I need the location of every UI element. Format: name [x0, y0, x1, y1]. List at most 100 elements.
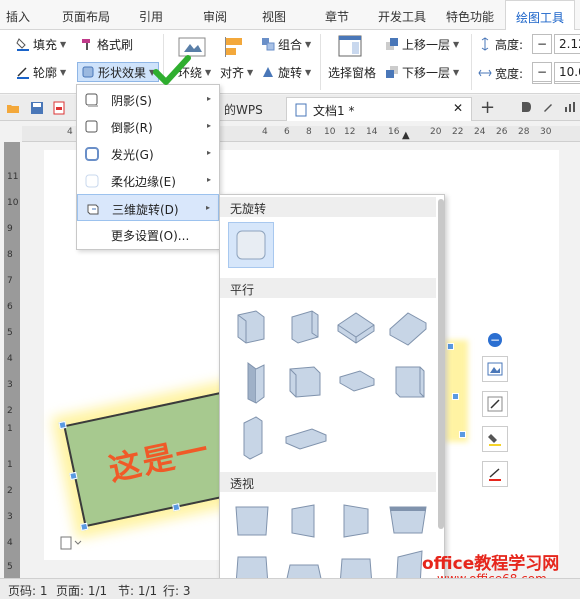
status-page: 页码: 1	[8, 584, 48, 598]
reflection-icon	[85, 120, 98, 133]
page-layout-icon[interactable]	[60, 536, 82, 550]
preset-no-rotation[interactable]	[228, 222, 274, 268]
resize-handle[interactable]	[58, 420, 67, 430]
selection-pane-button[interactable]: 选择窗格	[328, 62, 376, 82]
doc-tab-title: 文档1 *	[313, 104, 355, 118]
rotate-button[interactable]: 旋转 ▼	[261, 62, 311, 82]
tab-page-layout[interactable]: 页面布局	[62, 8, 110, 25]
chevron-down-icon: ▼	[60, 67, 67, 77]
chevron-down-icon: ▼	[305, 67, 312, 77]
tab-view[interactable]: 视图	[262, 8, 286, 25]
tab-special[interactable]: 特色功能	[446, 8, 494, 25]
align-button[interactable]: 对齐 ▼	[220, 62, 253, 82]
preset-parallel-6[interactable]	[282, 359, 326, 403]
shape-glow-right	[446, 340, 468, 442]
save-icon[interactable]	[30, 101, 44, 115]
preset-perspective-1[interactable]	[230, 499, 274, 543]
divider	[471, 34, 472, 90]
align-icon-button[interactable]	[224, 36, 248, 58]
width-label-row: 宽度:	[478, 63, 523, 83]
chevron-down-icon: ▼	[247, 67, 254, 77]
bring-forward-button[interactable]: 上移一层 ▼	[385, 34, 459, 54]
ruler-tick: 8	[7, 250, 13, 260]
preset-parallel-4[interactable]	[386, 305, 430, 349]
fill-button[interactable]: 填充 ▼	[16, 34, 66, 54]
doc-tab-current[interactable]: 文档1 * ✕	[286, 97, 472, 121]
preset-perspective-4[interactable]	[386, 499, 430, 543]
tab-references[interactable]: 引用	[139, 8, 163, 25]
group-button[interactable]: 组合 ▼	[261, 34, 311, 54]
ruler-tick: 3	[7, 512, 13, 522]
format-painter-button[interactable]: 格式刷	[80, 34, 133, 54]
resize-handle[interactable]	[172, 503, 181, 512]
outline-button[interactable]: 轮廓 ▼	[16, 62, 66, 82]
menu-item-shadow[interactable]: 阴影(S) ▸	[77, 86, 219, 113]
chevron-down-icon: ▼	[205, 67, 212, 77]
tab-insert[interactable]: 插入	[6, 8, 30, 25]
layout-options-button[interactable]	[482, 356, 508, 382]
height-minus[interactable]: −	[532, 34, 552, 54]
preset-parallel-1[interactable]	[230, 305, 274, 349]
tab-developer[interactable]: 开发工具	[378, 8, 426, 25]
preset-parallel-10[interactable]	[282, 417, 330, 457]
tab-review[interactable]: 审阅	[203, 8, 227, 25]
shape-effects-button[interactable]: 形状效果 ▼	[77, 62, 160, 82]
ruler-tick: 11	[7, 172, 19, 182]
menu-item-soft-edges[interactable]: 柔化边缘(E) ▸	[77, 167, 219, 194]
preset-parallel-9[interactable]	[230, 413, 274, 461]
chart-icon[interactable]	[564, 101, 576, 113]
preset-perspective-2[interactable]	[282, 499, 326, 543]
tab-section[interactable]: 章节	[325, 8, 349, 25]
height-value-field[interactable]: 2.12	[554, 34, 580, 54]
pen-icon[interactable]	[542, 101, 554, 113]
add-tab-button[interactable]: +	[480, 97, 495, 118]
doc-tab-previous[interactable]: 的WPS	[224, 101, 263, 118]
collapse-icon[interactable]: −	[488, 333, 502, 347]
menu-item-3d-rotation[interactable]: 三维旋转(D) ▸	[77, 194, 219, 221]
preset-parallel-3[interactable]	[334, 305, 378, 349]
submenu-scrollbar[interactable]	[438, 199, 444, 529]
menu-item-label: 柔化边缘(E)	[111, 175, 176, 189]
selection-pane-icon-button[interactable]	[338, 34, 364, 58]
preset-parallel-5[interactable]	[230, 359, 274, 407]
menu-item-glow[interactable]: 发光(G) ▸	[77, 140, 219, 167]
chevron-down-icon: ▼	[453, 39, 460, 49]
preset-parallel-8[interactable]	[386, 359, 430, 403]
width-label: 宽度:	[495, 66, 524, 81]
resize-handle[interactable]	[452, 393, 459, 400]
send-backward-button[interactable]: 下移一层 ▼	[385, 62, 459, 82]
resize-handle[interactable]	[447, 343, 454, 350]
watermark-title: office教程学习网	[422, 554, 560, 574]
indent-marker-icon[interactable]: ▲	[402, 130, 410, 141]
outline-color-button[interactable]	[482, 461, 508, 487]
3d-rotation-submenu: 无旋转 平行 透视	[219, 194, 445, 599]
ruler-tick: 8	[306, 127, 312, 137]
close-icon[interactable]: ✕	[453, 101, 463, 115]
height-label-row: 高度:	[478, 34, 523, 54]
menu-item-reflection[interactable]: 倒影(R) ▸	[77, 113, 219, 140]
divider	[320, 34, 321, 90]
edit-shape-button[interactable]	[482, 391, 508, 417]
width-icon	[478, 69, 492, 77]
send-backward-label: 下移一层	[402, 65, 451, 80]
width-minus[interactable]: −	[532, 62, 552, 82]
pdf-icon[interactable]	[52, 101, 66, 115]
preset-parallel-2[interactable]	[282, 305, 326, 349]
preset-parallel-7[interactable]	[334, 359, 378, 403]
resize-handle[interactable]	[80, 522, 89, 531]
open-folder-icon[interactable]	[6, 101, 20, 115]
chevron-down-icon: ▼	[60, 39, 67, 49]
d-icon[interactable]	[520, 101, 532, 113]
resize-handle[interactable]	[459, 431, 466, 438]
preset-perspective-3[interactable]	[334, 499, 378, 543]
ruler-tick: 4	[262, 127, 268, 137]
ruler-tick: 14	[366, 127, 378, 137]
ruler-tick: 3	[7, 380, 13, 390]
resize-handle[interactable]	[69, 471, 78, 481]
tab-drawing-tools[interactable]: 绘图工具	[505, 0, 576, 30]
menu-item-more-settings[interactable]: 更多设置(O)...	[77, 221, 219, 248]
fill-color-button[interactable]	[482, 426, 508, 452]
align-icon	[225, 37, 242, 57]
width-value-field[interactable]: 10.0	[554, 62, 580, 82]
vertical-ruler[interactable]: 11 10 9 8 7 6 5 4 3 2 1 1 2 3 4 5	[4, 142, 20, 578]
